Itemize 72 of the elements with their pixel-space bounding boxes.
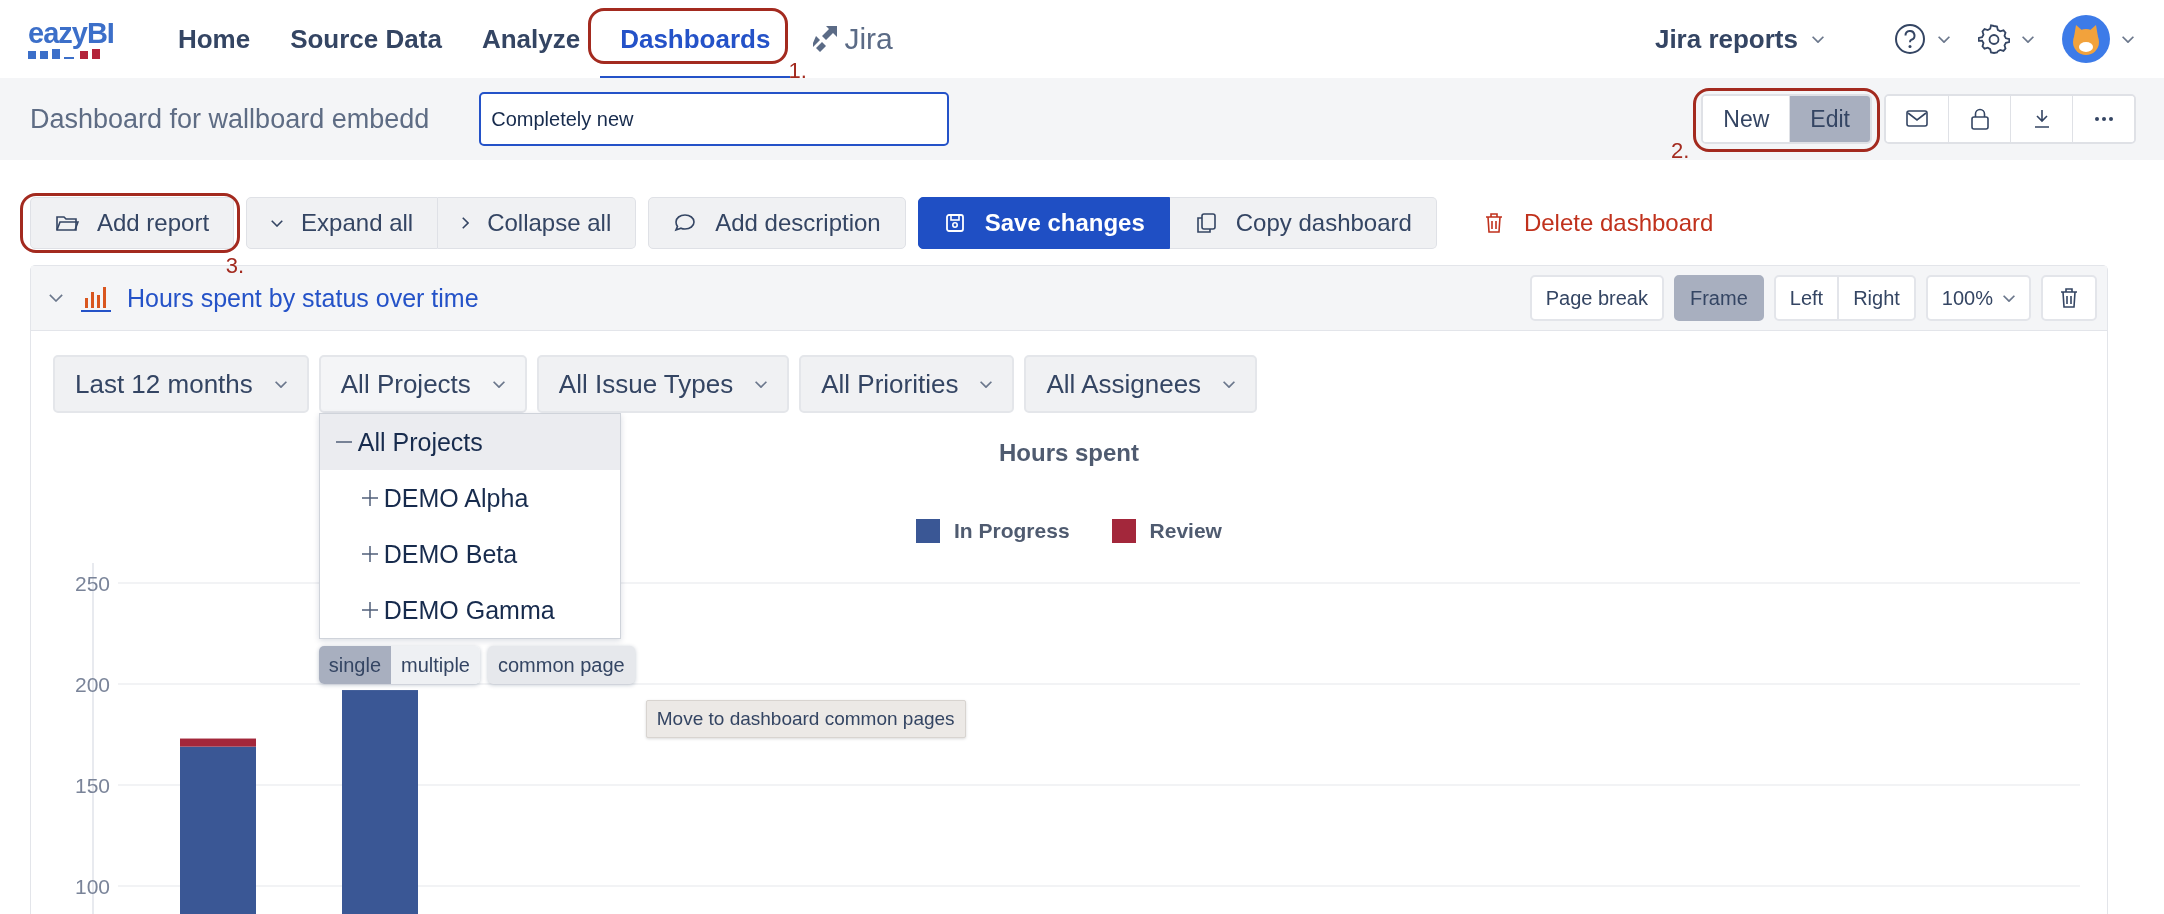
filter-dropdown[interactable]: All Projects xyxy=(318,355,527,413)
plus-icon xyxy=(361,546,378,562)
plus-icon xyxy=(361,490,378,506)
bar-chart-icon xyxy=(81,284,111,312)
axis-tick-label: 250 xyxy=(74,572,110,595)
delete-report-button[interactable] xyxy=(2041,275,2097,321)
chevron-down-icon xyxy=(49,294,63,302)
account-menu[interactable]: Jira reports xyxy=(1654,23,1824,55)
delete-button[interactable]: Delete dashboard xyxy=(1456,197,1739,249)
filter-dropdown[interactable]: All Assignees xyxy=(1024,355,1258,413)
plus-icon xyxy=(361,602,378,618)
product-name: Jira xyxy=(844,22,893,56)
caret-icon xyxy=(980,380,993,388)
help-icon xyxy=(1894,23,1926,55)
tooltip: Move to dashboard common pages xyxy=(645,700,966,738)
chevron-down-icon xyxy=(271,219,284,227)
minus-icon xyxy=(335,441,352,443)
option-button[interactable]: Frame xyxy=(1674,275,1764,321)
nav-link[interactable]: Home xyxy=(157,0,271,78)
tree-item[interactable]: All Projects xyxy=(319,414,620,470)
toolbar-button[interactable]: Collapse all xyxy=(438,197,637,249)
caret-icon xyxy=(2122,35,2134,43)
align-button[interactable]: Left xyxy=(1773,275,1840,321)
common-page-button[interactable]: common page xyxy=(487,646,635,684)
page-mode-button[interactable]: multiple xyxy=(391,646,480,684)
axis-tick-label: 100 xyxy=(74,875,110,898)
settings-icon xyxy=(1978,23,2010,55)
nav-link[interactable]: Analyze xyxy=(461,0,601,78)
logo-bars-icon xyxy=(28,49,100,59)
filter-dropdown[interactable]: All Issue Types xyxy=(536,355,790,413)
help-menu[interactable] xyxy=(1894,23,1950,55)
chart-title: Hours spent xyxy=(999,439,1139,467)
annotation-number: 2. xyxy=(1671,138,1690,164)
axis-tick-label: 200 xyxy=(74,673,110,696)
caret-icon xyxy=(2003,294,2015,302)
annotation-number: 1. xyxy=(788,58,807,84)
tree-item[interactable]: DEMO Alpha xyxy=(319,470,620,526)
page-mode-button[interactable]: single xyxy=(318,646,392,684)
legend-label: Review xyxy=(1149,519,1222,543)
settings-menu[interactable] xyxy=(1978,23,2034,55)
dashboard-title: Dashboard for wallboard embedd xyxy=(30,103,430,135)
tree-item[interactable]: DEMO Gamma xyxy=(319,582,620,638)
save-button[interactable]: Save changes xyxy=(917,197,1170,249)
caret-icon xyxy=(492,380,505,388)
caret-icon xyxy=(1223,380,1236,388)
report-title[interactable]: Hours spent by status over time xyxy=(127,283,479,313)
dashboard-name-field[interactable]: Completely new xyxy=(479,92,950,146)
caret-icon xyxy=(1812,35,1824,43)
legend-label: In Progress xyxy=(954,519,1070,543)
chevron-right-icon xyxy=(462,217,470,229)
annotation-number: 3. xyxy=(225,253,245,279)
zoom-dropdown[interactable]: 100% xyxy=(1925,275,2031,321)
profile-menu[interactable] xyxy=(2062,15,2134,63)
caret-icon xyxy=(755,380,768,388)
toolbar-button[interactable]: Copy dashboard xyxy=(1169,197,1437,249)
toolbar-button[interactable]: Add description xyxy=(648,197,906,249)
mode-button[interactable]: Edit xyxy=(1789,96,1870,142)
tree-item[interactable]: DEMO Beta xyxy=(319,526,620,582)
toolbar-button[interactable]: Add report xyxy=(30,197,235,249)
caret-icon xyxy=(274,380,287,388)
option-button[interactable]: Page break xyxy=(1529,275,1664,321)
avatar-icon xyxy=(2062,15,2110,63)
logo-text: eazyBI xyxy=(28,19,114,47)
caret-icon xyxy=(2022,35,2034,43)
nav-link[interactable]: Source Data xyxy=(270,0,462,78)
filter-dropdown[interactable]: All Priorities xyxy=(799,355,1015,413)
axis-tick-label: 150 xyxy=(74,774,110,797)
align-button[interactable]: Right xyxy=(1839,275,1916,321)
more-icon xyxy=(2094,117,2113,121)
filter-dropdown[interactable]: Last 12 months xyxy=(53,355,309,413)
toolbar-button[interactable]: Expand all xyxy=(246,197,439,249)
caret-icon xyxy=(1938,35,1950,43)
